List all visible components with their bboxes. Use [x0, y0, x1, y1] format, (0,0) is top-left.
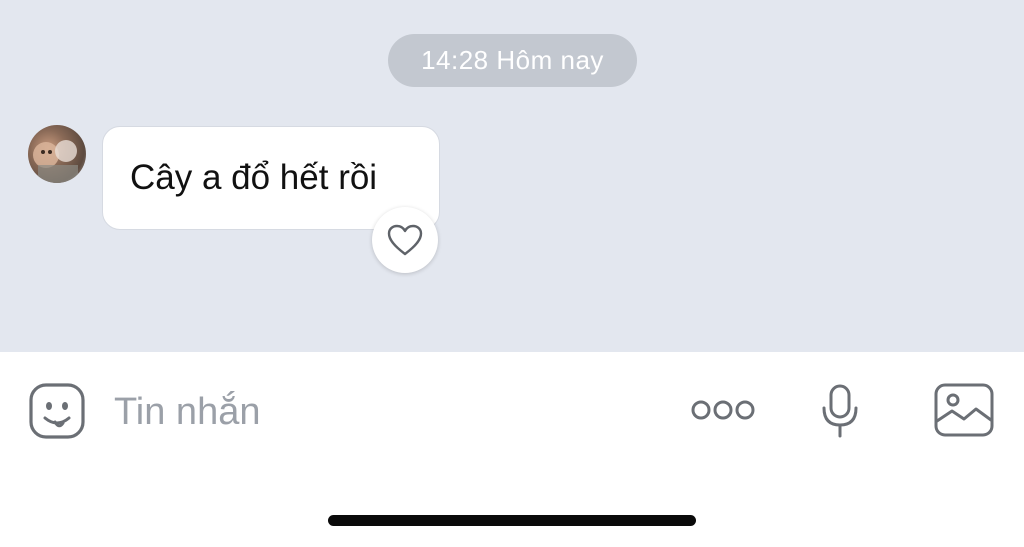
avatar-photo	[33, 140, 78, 183]
image-gallery-icon	[934, 383, 994, 437]
avatar[interactable]	[28, 125, 86, 183]
home-indicator[interactable]	[328, 515, 696, 526]
microphone-icon	[822, 384, 858, 438]
gallery-button[interactable]	[932, 380, 996, 440]
sticker-button[interactable]	[26, 380, 88, 442]
sticker-icon	[29, 383, 85, 439]
more-options-button[interactable]	[688, 390, 758, 430]
voice-record-button[interactable]	[812, 380, 868, 442]
react-heart-button[interactable]	[372, 207, 438, 273]
more-dots-icon	[691, 400, 755, 420]
heart-outline-icon	[387, 224, 423, 256]
timestamp-badge: 14:28 Hôm nay	[388, 34, 637, 87]
message-text: Cây a đổ hết rồi	[130, 158, 378, 197]
chat-area: 14:28 Hôm nay Cây a đổ hết rồi	[0, 0, 1024, 352]
message-input[interactable]	[112, 380, 616, 444]
